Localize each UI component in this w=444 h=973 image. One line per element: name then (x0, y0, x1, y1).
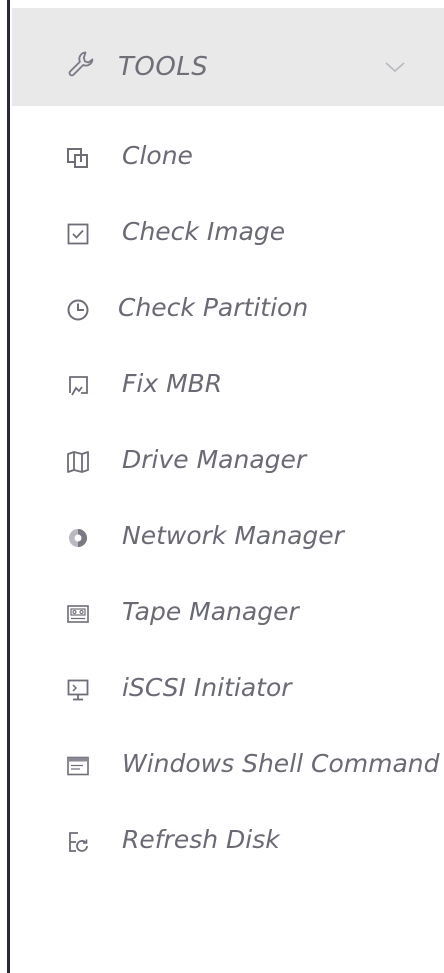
menu-item-label: Check Image (122, 217, 286, 246)
tools-menu: Clone Check Image Check Partition Fix MB… (12, 124, 444, 884)
menu-item-fix-mbr[interactable]: Fix MBR (12, 352, 444, 428)
network-icon (66, 526, 90, 550)
menu-item-iscsi-initiator[interactable]: iSCSI Initiator (12, 656, 444, 732)
menu-item-label: Tape Manager (122, 597, 299, 626)
menu-item-label: Windows Shell Command (122, 749, 440, 778)
menu-item-network-manager[interactable]: Network Manager (12, 504, 444, 580)
menu-item-windows-shell-command[interactable]: Windows Shell Command (12, 732, 444, 808)
left-border (0, 0, 12, 973)
menu-item-label: Refresh Disk (122, 825, 280, 854)
map-icon (66, 450, 90, 474)
menu-item-check-image[interactable]: Check Image (12, 200, 444, 276)
menu-item-label: iSCSI Initiator (122, 673, 292, 702)
menu-item-label: Fix MBR (122, 369, 223, 398)
menu-item-label: Drive Manager (122, 445, 307, 474)
menu-item-check-partition[interactable]: Check Partition (12, 276, 444, 352)
tools-header[interactable]: TOOLS (12, 8, 444, 106)
menu-item-tape-manager[interactable]: Tape Manager (12, 580, 444, 656)
monitor-icon (66, 678, 90, 702)
menu-item-refresh-disk[interactable]: Refresh Disk (12, 808, 444, 884)
menu-item-drive-manager[interactable]: Drive Manager (12, 428, 444, 504)
clock-icon (66, 298, 90, 322)
menu-item-clone[interactable]: Clone (12, 124, 444, 200)
menu-item-label: Check Partition (118, 293, 309, 322)
menu-item-label: Clone (122, 141, 193, 170)
refresh-disk-icon (66, 830, 90, 854)
checkbox-icon (66, 222, 90, 246)
menu-item-label: Network Manager (122, 521, 344, 550)
tools-panel: TOOLS Clone Check Image Check Partition … (12, 0, 444, 973)
tools-title: TOOLS (118, 52, 209, 82)
chevron-down-icon[interactable] (384, 60, 406, 74)
left-border-bar (7, 0, 10, 973)
clone-icon (66, 146, 90, 170)
wrench-icon (66, 49, 96, 79)
window-icon (66, 754, 90, 778)
tape-icon (66, 602, 90, 626)
fix-mbr-icon (66, 374, 90, 398)
